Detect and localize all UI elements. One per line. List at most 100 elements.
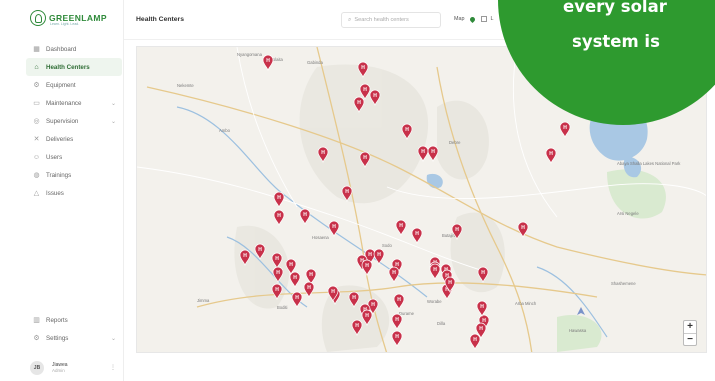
sidebar: GREENLAMP Learn. Light. Lead. ▦ Dashboard…	[0, 0, 124, 381]
health-center-marker[interactable]: H	[262, 54, 274, 72]
sidebar-item-issues[interactable]: △ Issues	[26, 184, 122, 202]
place-label: Debre	[449, 140, 461, 145]
marker-letter: H	[480, 304, 484, 310]
deliveries-icon: ✕	[33, 136, 40, 143]
marker-letter: H	[303, 212, 307, 218]
sidebar-item-users[interactable]: ☺ Users	[26, 148, 122, 166]
place-label: Worabe	[427, 299, 442, 304]
marker-letter: H	[357, 100, 361, 106]
reports-icon: ▥	[33, 317, 40, 324]
more-options-icon[interactable]: ⋮	[110, 364, 116, 371]
sidebar-item-label: Equipment	[46, 81, 76, 89]
marker-letter: H	[295, 295, 299, 301]
health-center-marker[interactable]: H	[388, 266, 400, 284]
sidebar-item-health-centers[interactable]: ⌂ Health Centers	[26, 58, 122, 76]
chevron-down-icon: ⌄	[110, 335, 116, 342]
sidebar-item-settings[interactable]: ⚙ Settings ⌄	[26, 329, 122, 347]
sidebar-item-trainings[interactable]: ◍ Trainings	[26, 166, 122, 184]
brand-logo[interactable]: GREENLAMP Learn. Light. Lead.	[30, 10, 107, 26]
view-toggle[interactable]: Map L	[454, 15, 494, 23]
sidebar-item-equipment[interactable]: ⚙ Equipment	[26, 76, 122, 94]
health-center-marker[interactable]: H	[545, 147, 557, 165]
place-label: Ambo	[219, 128, 231, 133]
map-zoom-control: + −	[683, 320, 697, 346]
health-center-marker[interactable]: H	[395, 219, 407, 237]
health-center-marker[interactable]: H	[361, 259, 373, 277]
place-label: Durame	[399, 311, 415, 316]
sidebar-nav-bottom: ▥ Reports ⚙ Settings ⌄	[26, 311, 122, 347]
sidebar-item-label: Maintenance	[46, 99, 82, 107]
health-center-marker[interactable]: H	[559, 121, 571, 139]
place-label: Jimma	[197, 298, 210, 303]
marker-letter: H	[482, 318, 486, 324]
users-icon: ☺	[32, 153, 41, 161]
sidebar-item-supervision[interactable]: ◎ Supervision ⌄	[26, 112, 122, 130]
health-center-marker[interactable]: H	[476, 300, 488, 318]
place-label: Arba Minch	[515, 301, 537, 306]
marker-letter: H	[275, 287, 279, 293]
trainings-icon: ◍	[33, 172, 40, 179]
settings-icon: ⚙	[33, 335, 40, 342]
avatar: JB	[30, 361, 44, 375]
health-center-marker[interactable]: H	[373, 248, 385, 266]
marker-letter: H	[371, 302, 375, 308]
zoom-in-button[interactable]: +	[684, 321, 696, 333]
list-view-icon[interactable]	[480, 16, 487, 22]
health-center-marker[interactable]: H	[305, 268, 317, 286]
sidebar-item-label: Supervision	[46, 117, 79, 125]
marker-letter: H	[309, 272, 313, 278]
sidebar-item-label: Users	[46, 153, 63, 161]
health-center-marker[interactable]: H	[299, 208, 311, 226]
health-center-marker[interactable]: H	[273, 191, 285, 209]
place-label: Hosaena	[312, 235, 329, 240]
health-center-marker[interactable]: H	[391, 313, 403, 331]
sidebar-item-deliveries[interactable]: ✕ Deliveries	[26, 130, 122, 148]
map-view-label[interactable]: Map	[454, 16, 465, 22]
health-center-marker[interactable]: H	[303, 281, 315, 299]
health-center-marker[interactable]: H	[411, 227, 423, 245]
marker-letter: H	[289, 262, 293, 268]
search-input[interactable]: ⌕ Search health centers	[341, 12, 441, 28]
health-center-marker[interactable]: H	[429, 263, 441, 281]
sidebar-item-label: Settings	[46, 334, 69, 342]
marker-letter: H	[321, 150, 325, 156]
user-meta: Jiawea Admin	[52, 362, 68, 374]
home-icon: ⌂	[34, 63, 39, 71]
user-profile[interactable]: JB Jiawea Admin ⋮	[30, 361, 116, 375]
location-arrow-icon	[577, 307, 585, 315]
place-label: Boditi	[277, 305, 288, 310]
marker-letter: H	[243, 253, 247, 259]
health-center-marker[interactable]: H	[391, 330, 403, 348]
marker-letter: H	[421, 149, 425, 155]
sidebar-item-reports[interactable]: ▥ Reports	[26, 311, 122, 329]
marker-letter: H	[395, 334, 399, 340]
map-pin-icon	[468, 15, 476, 23]
marker-letter: H	[377, 252, 381, 258]
marker-letter: H	[361, 65, 365, 71]
health-center-marker[interactable]: H	[427, 145, 439, 163]
marker-letter: H	[399, 223, 403, 229]
sidebar-item-maintenance[interactable]: ▭ Maintenance ⌄	[26, 94, 122, 112]
sidebar-item-dashboard[interactable]: ▦ Dashboard	[26, 40, 122, 58]
health-center-marker[interactable]: H	[273, 209, 285, 227]
health-center-marker[interactable]: H	[289, 271, 301, 289]
grid-icon: ▦	[33, 46, 40, 53]
health-center-marker[interactable]: H	[393, 293, 405, 311]
chevron-down-icon: ⌄	[110, 100, 116, 107]
supervision-icon: ◎	[33, 118, 40, 125]
page-title: Health Centers	[136, 16, 184, 23]
health-center-marker[interactable]: H	[469, 333, 481, 351]
green-areas	[557, 169, 666, 352]
marker-letter: H	[455, 227, 459, 233]
zoom-out-button[interactable]: −	[684, 333, 696, 345]
place-label: Shashemene	[611, 281, 636, 286]
lamp-icon	[30, 10, 46, 26]
warning-icon: △	[33, 190, 40, 197]
promo-text-line-1: every solar	[563, 0, 667, 16]
list-view-label[interactable]: L	[491, 16, 494, 22]
marker-letter: H	[549, 151, 553, 157]
sidebar-item-label: Trainings	[46, 171, 72, 179]
marker-letter: H	[365, 313, 369, 319]
health-center-marker[interactable]: H	[291, 291, 303, 309]
chevron-down-icon: ⌄	[110, 118, 116, 125]
